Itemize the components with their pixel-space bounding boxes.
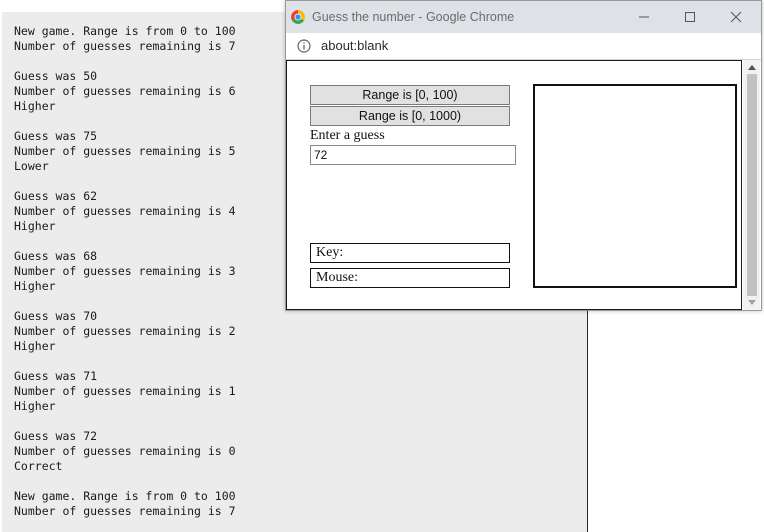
guess-label: Enter a guess xyxy=(310,128,385,143)
console-line: New game. Range is from 0 to 100 xyxy=(14,489,236,503)
info-icon[interactable] xyxy=(297,39,311,53)
console-line: Correct xyxy=(14,459,63,473)
console-line: Guess was 70 xyxy=(14,309,98,323)
console-line: Higher xyxy=(14,99,56,113)
console-line: Higher xyxy=(14,339,56,353)
minimize-button[interactable] xyxy=(621,1,667,33)
scroll-thumb[interactable] xyxy=(747,74,757,296)
console-line: Number of guesses remaining is 7 xyxy=(14,504,236,518)
desktop: New game. Range is from 0 to 100 Number o… xyxy=(0,0,764,532)
console-log: New game. Range is from 0 to 100 Number o… xyxy=(14,24,236,519)
title-bar[interactable]: Guess the number - Google Chrome xyxy=(286,1,761,33)
address-bar[interactable]: about:blank xyxy=(286,33,761,60)
console-line: Number of guesses remaining is 3 xyxy=(14,264,236,278)
close-icon xyxy=(730,11,742,23)
range-100-button[interactable]: Range is [0, 100) xyxy=(310,85,510,105)
console-line: Number of guesses remaining is 2 xyxy=(14,324,236,338)
chrome-logo-icon xyxy=(291,10,305,24)
key-label: Key: xyxy=(310,243,510,263)
page-viewport: Range is [0, 100) Range is [0, 1000) Ent… xyxy=(286,60,761,310)
arrow-up-icon xyxy=(747,65,756,70)
close-button[interactable] xyxy=(713,1,759,33)
console-line: Guess was 71 xyxy=(14,369,98,383)
url-text: about:blank xyxy=(321,38,389,53)
content-frame: Range is [0, 100) Range is [0, 1000) Ent… xyxy=(286,60,742,310)
console-line: Number of guesses remaining is 0 xyxy=(14,444,236,458)
console-line: Number of guesses remaining is 6 xyxy=(14,84,236,98)
window-title: Guess the number - Google Chrome xyxy=(312,10,515,24)
vertical-scrollbar[interactable] xyxy=(743,60,760,310)
console-line: Lower xyxy=(14,159,49,173)
scroll-up-button[interactable] xyxy=(743,60,760,74)
arrow-down-icon xyxy=(747,300,756,305)
maximize-button[interactable] xyxy=(667,1,713,33)
guess-input[interactable] xyxy=(310,145,516,165)
console-line: Guess was 50 xyxy=(14,69,98,83)
console-line: Guess was 68 xyxy=(14,249,98,263)
game-canvas[interactable] xyxy=(533,84,737,288)
console-line: Number of guesses remaining is 1 xyxy=(14,384,236,398)
console-line: Number of guesses remaining is 4 xyxy=(14,204,236,218)
console-line: Number of guesses remaining is 7 xyxy=(14,39,236,53)
minimize-icon xyxy=(639,16,649,18)
console-line: Higher xyxy=(14,399,56,413)
chrome-popup-window: Guess the number - Google Chrome about:b… xyxy=(285,0,762,311)
console-line: Guess was 62 xyxy=(14,189,98,203)
range-1000-button[interactable]: Range is [0, 1000) xyxy=(310,106,510,126)
console-line: Guess was 72 xyxy=(14,429,98,443)
console-line: Higher xyxy=(14,219,56,233)
console-line: Number of guesses remaining is 5 xyxy=(14,144,236,158)
console-line: Guess was 75 xyxy=(14,129,98,143)
scroll-down-button[interactable] xyxy=(743,296,760,310)
console-line: New game. Range is from 0 to 100 xyxy=(14,24,236,38)
mouse-label: Mouse: xyxy=(310,268,510,288)
maximize-icon xyxy=(685,12,695,22)
console-line: Higher xyxy=(14,279,56,293)
